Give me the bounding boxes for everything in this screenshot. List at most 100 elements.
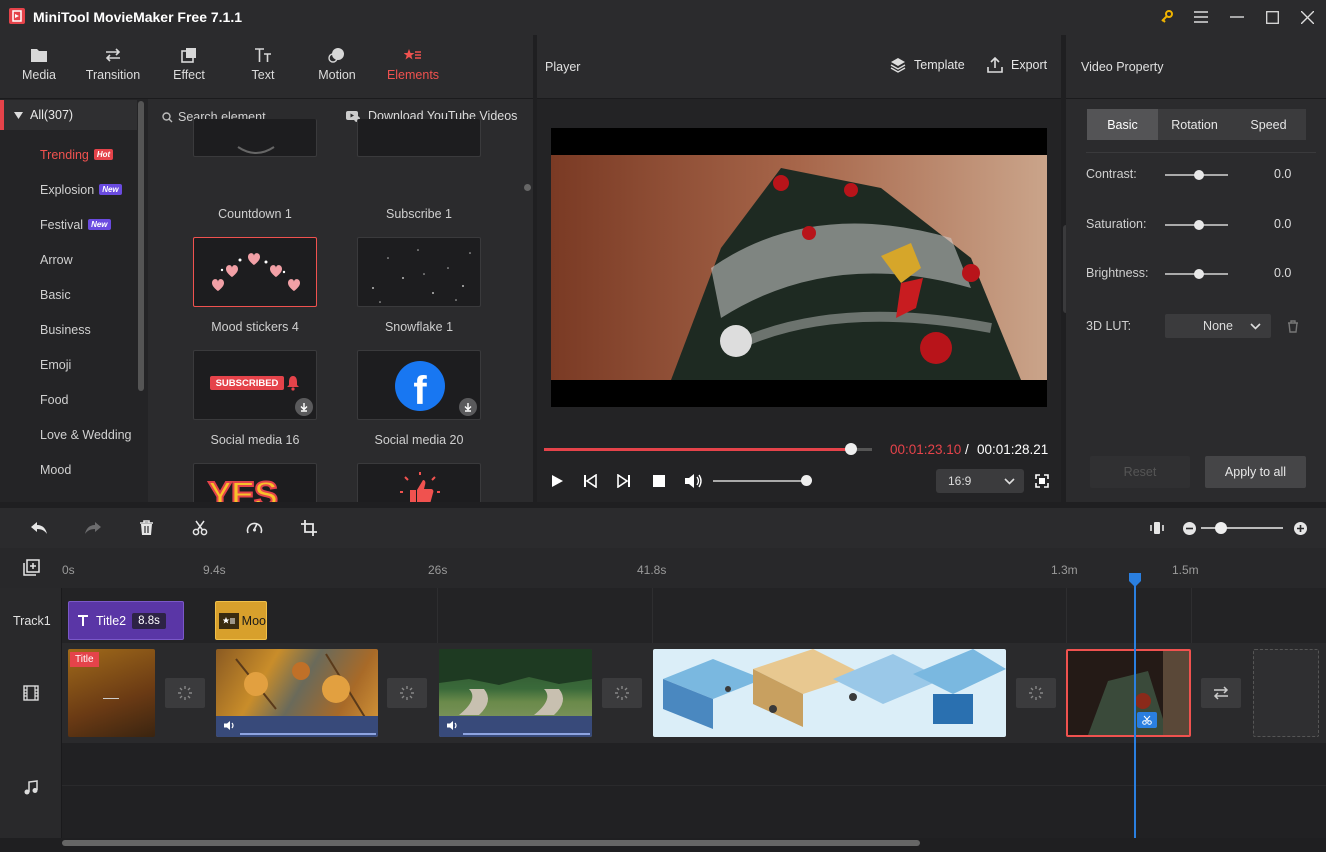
zoom-out-icon[interactable] [1183, 522, 1196, 535]
search-icon [162, 112, 173, 123]
tab-motion-label: Motion [318, 68, 356, 82]
transition-slot[interactable] [165, 678, 205, 708]
export-button[interactable]: Export [987, 57, 1047, 73]
category-business[interactable]: Business [0, 312, 137, 347]
drop-zone[interactable] [1253, 649, 1319, 737]
element-clip[interactable]: Moo [215, 601, 267, 640]
transition-icon [615, 686, 629, 700]
subscribed-badge: SUBSCRIBED [210, 376, 284, 390]
elements-scroll-dot[interactable] [524, 184, 531, 191]
crop-icon[interactable] [301, 520, 317, 536]
apply-to-all-button[interactable]: Apply to all [1205, 456, 1306, 488]
split-marker-icon[interactable] [1137, 712, 1157, 728]
playhead[interactable] [1134, 574, 1136, 838]
template-button[interactable]: Template [890, 57, 965, 73]
close-button[interactable] [1290, 0, 1324, 34]
transition-slot[interactable] [1016, 678, 1056, 708]
category-explosion[interactable]: Explosion New [0, 172, 137, 207]
reset-button[interactable]: Reset [1090, 456, 1190, 488]
delete-icon[interactable] [139, 520, 154, 536]
export-label: Export [1011, 58, 1048, 72]
category-food[interactable]: Food [0, 382, 137, 417]
transition-slot[interactable] [387, 678, 427, 708]
tab-motion[interactable]: Motion [302, 35, 372, 99]
category-mood[interactable]: Mood [0, 452, 137, 487]
menu-icon[interactable] [1184, 0, 1218, 34]
split-scissors-icon[interactable] [192, 520, 208, 536]
element-thumb-thumbs-up[interactable] [357, 463, 481, 502]
category-label: Food [40, 392, 69, 407]
fit-timeline-icon[interactable] [1149, 520, 1165, 536]
transition-slot[interactable] [602, 678, 642, 708]
tab-effect[interactable]: Effect [154, 35, 224, 99]
category-emoji[interactable]: Emoji [0, 347, 137, 382]
maximize-button[interactable] [1255, 0, 1289, 34]
play-icon[interactable] [550, 474, 564, 488]
tab-basic[interactable]: Basic [1087, 109, 1158, 140]
playhead-handle-icon[interactable] [1128, 573, 1142, 587]
volume-icon[interactable] [684, 473, 702, 489]
progress-handle[interactable] [845, 443, 857, 455]
aspect-ratio-select[interactable]: 16:9 [936, 469, 1024, 493]
zoom-in-icon[interactable] [1294, 522, 1307, 535]
element-thumb-snowflake[interactable] [357, 237, 481, 307]
video-clip-3[interactable] [439, 649, 592, 737]
swap-transition-slot[interactable] [1201, 678, 1241, 708]
volume-handle[interactable] [801, 475, 812, 486]
element-thumb-mood-stickers[interactable] [193, 237, 317, 307]
tab-speed[interactable]: Speed [1231, 109, 1306, 140]
previous-frame-icon[interactable] [583, 474, 597, 488]
trash-icon[interactable] [1287, 320, 1299, 333]
video-preview[interactable] [551, 128, 1047, 407]
element-thumb-countdown[interactable] [193, 119, 317, 157]
add-track-icon[interactable] [23, 559, 40, 576]
minimize-button[interactable] [1220, 0, 1254, 34]
app-title: MiniTool MovieMaker Free 7.1.1 [33, 9, 243, 25]
fullscreen-icon[interactable] [1035, 474, 1049, 488]
element-thumb-subscribe[interactable] [357, 119, 481, 157]
timeline-scrollbar[interactable] [62, 840, 920, 846]
element-thumb-yes[interactable]: YES [193, 463, 317, 502]
zoom-slider[interactable] [1201, 527, 1283, 529]
next-frame-icon[interactable] [617, 474, 631, 488]
title-clip[interactable]: Title2 8.8s [68, 601, 184, 640]
saturation-handle[interactable] [1194, 220, 1204, 230]
brightness-handle[interactable] [1194, 269, 1204, 279]
category-all[interactable]: All(307) [0, 100, 137, 130]
category-festival[interactable]: Festival New [0, 207, 137, 242]
category-all-label: All(307) [30, 108, 74, 122]
zoom-handle[interactable] [1215, 522, 1227, 534]
undo-icon[interactable] [30, 520, 48, 536]
speaker-icon[interactable] [223, 720, 235, 731]
tab-media[interactable]: Media [4, 35, 74, 99]
folder-icon [31, 49, 47, 62]
category-arrow[interactable]: Arrow [0, 242, 137, 277]
redo-icon[interactable] [84, 520, 102, 536]
music-icon [24, 780, 38, 795]
transition-icon [400, 686, 414, 700]
tab-transition[interactable]: Transition [78, 35, 148, 99]
transition-icon [178, 686, 192, 700]
download-icon[interactable] [459, 398, 477, 416]
category-love-wedding[interactable]: Love & Wedding [0, 417, 137, 452]
video-clip-5-selected[interactable] [1066, 649, 1191, 737]
lut-select[interactable]: None [1165, 314, 1271, 338]
category-trending[interactable]: Trending Hot [0, 137, 137, 172]
category-scrollbar[interactable] [138, 101, 144, 391]
speaker-icon[interactable] [446, 720, 458, 731]
key-icon[interactable] [1150, 0, 1184, 34]
download-icon[interactable] [295, 398, 313, 416]
video-clip-1[interactable]: Title [68, 649, 155, 737]
stop-icon[interactable] [652, 474, 666, 488]
speed-icon[interactable] [246, 520, 263, 536]
contrast-handle[interactable] [1194, 170, 1204, 180]
category-basic[interactable]: Basic [0, 277, 137, 312]
volume-slider[interactable] [713, 480, 807, 482]
tab-rotation[interactable]: Rotation [1158, 109, 1231, 140]
element-thumb-social-media-20[interactable]: f [357, 350, 481, 420]
tab-elements[interactable]: Elements [378, 35, 448, 99]
tab-text[interactable]: Text [228, 35, 298, 99]
video-clip-4[interactable] [653, 649, 1006, 737]
element-thumb-social-media-16[interactable]: SUBSCRIBED [193, 350, 317, 420]
video-clip-2[interactable] [216, 649, 378, 737]
